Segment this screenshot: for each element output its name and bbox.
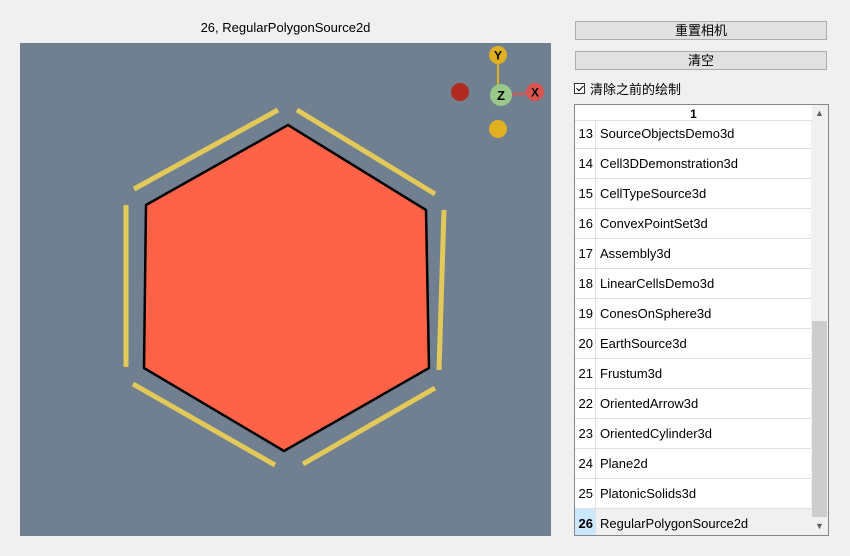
negative-y-axis-dot [489,120,507,138]
list-item-name: ConesOnSphere3d [600,306,712,321]
list-item-number: 23 [575,419,596,448]
list-item-name: OrientedArrow3d [600,396,699,411]
list-item-number: 17 [575,239,596,268]
clear-previous-checkbox-row[interactable]: 清除之前的绘制 [574,80,682,97]
scroll-down-arrow-icon[interactable]: ▼ [811,518,828,535]
vertical-scrollbar[interactable]: ▲ ▼ [811,105,828,535]
list-item-name: Frustum3d [600,366,663,381]
clear-previous-checkbox[interactable] [574,82,585,94]
list-item-name: Plane2d [600,456,648,471]
list-item[interactable]: 25 PlatonicSolids3d [575,479,812,509]
clear-previous-label: 清除之前的绘制 [590,81,682,97]
list-item[interactable]: 24 Plane2d [575,449,812,479]
clear-button[interactable]: 清空 [575,51,827,70]
list-item-name: SourceObjectsDemo3d [600,126,735,141]
list-header: 1 [575,105,812,121]
orientation-axes-widget[interactable]: X Y Z [451,46,544,138]
list-item-name: Cell3DDemonstration3d [600,156,739,171]
scroll-up-arrow-icon[interactable]: ▲ [811,105,828,122]
list-item-number: 26 [575,509,596,535]
list-item-number: 25 [575,479,596,508]
list-item[interactable]: 14 Cell3DDemonstration3d [575,149,812,179]
list-item-name: OrientedCylinder3d [600,426,713,441]
list-item[interactable]: 17 Assembly3d [575,239,812,269]
z-axis-label: Z [497,88,505,103]
list-item-number: 20 [575,329,596,358]
list-item-name: CellTypeSource3d [600,186,707,201]
list-header-label: 1 [690,107,697,121]
list-item[interactable]: 16 ConvexPointSet3d [575,209,812,239]
list-item[interactable]: 21 Frustum3d [575,359,812,389]
list-item-number: 16 [575,209,596,238]
list-item-number: 19 [575,299,596,328]
list-item-name: EarthSource3d [600,336,687,351]
list-item-number: 21 [575,359,596,388]
list-item[interactable]: 19 ConesOnSphere3d [575,299,812,329]
list-item[interactable]: 23 OrientedCylinder3d [575,419,812,449]
demo-list[interactable]: 1 13 SourceObjectsDemo3d 14 Cell3DDemonstra… [574,104,829,536]
view-title: 26, RegularPolygonSource2d [200,20,371,35]
reset-camera-button[interactable]: 重置相机 [575,21,827,40]
scrollbar-thumb[interactable] [812,321,827,517]
negative-x-axis-dot [451,83,469,101]
list-item[interactable]: 15 CellTypeSource3d [575,179,812,209]
list-item-name: Assembly3d [600,246,671,261]
list-item[interactable]: 13 SourceObjectsDemo3d [575,119,812,149]
list-item-number: 13 [575,119,596,148]
hexagon-shape [142,123,431,453]
render-viewport[interactable]: X Y Z [20,43,551,536]
list-item-name: RegularPolygonSource2d [596,509,812,535]
x-axis-label: X [531,86,539,100]
list-item-number: 24 [575,449,596,478]
list-item-number: 22 [575,389,596,418]
list-item-number: 18 [575,269,596,298]
list-item-name: LinearCellsDemo3d [600,276,715,291]
list-item[interactable]: 20 EarthSource3d [575,329,812,359]
y-axis-label: Y [494,49,502,63]
list-item-name: ConvexPointSet3d [600,216,708,231]
list-item-number: 15 [575,179,596,208]
scene-canvas: X Y Z [123,46,544,468]
list-item[interactable]: 22 OrientedArrow3d [575,389,812,419]
list-item-number: 14 [575,149,596,178]
list-item[interactable]: 26 RegularPolygonSource2d [575,509,812,535]
list-item-name: PlatonicSolids3d [600,486,697,501]
outline-edge-right [436,209,447,371]
list-item[interactable]: 18 LinearCellsDemo3d [575,269,812,299]
